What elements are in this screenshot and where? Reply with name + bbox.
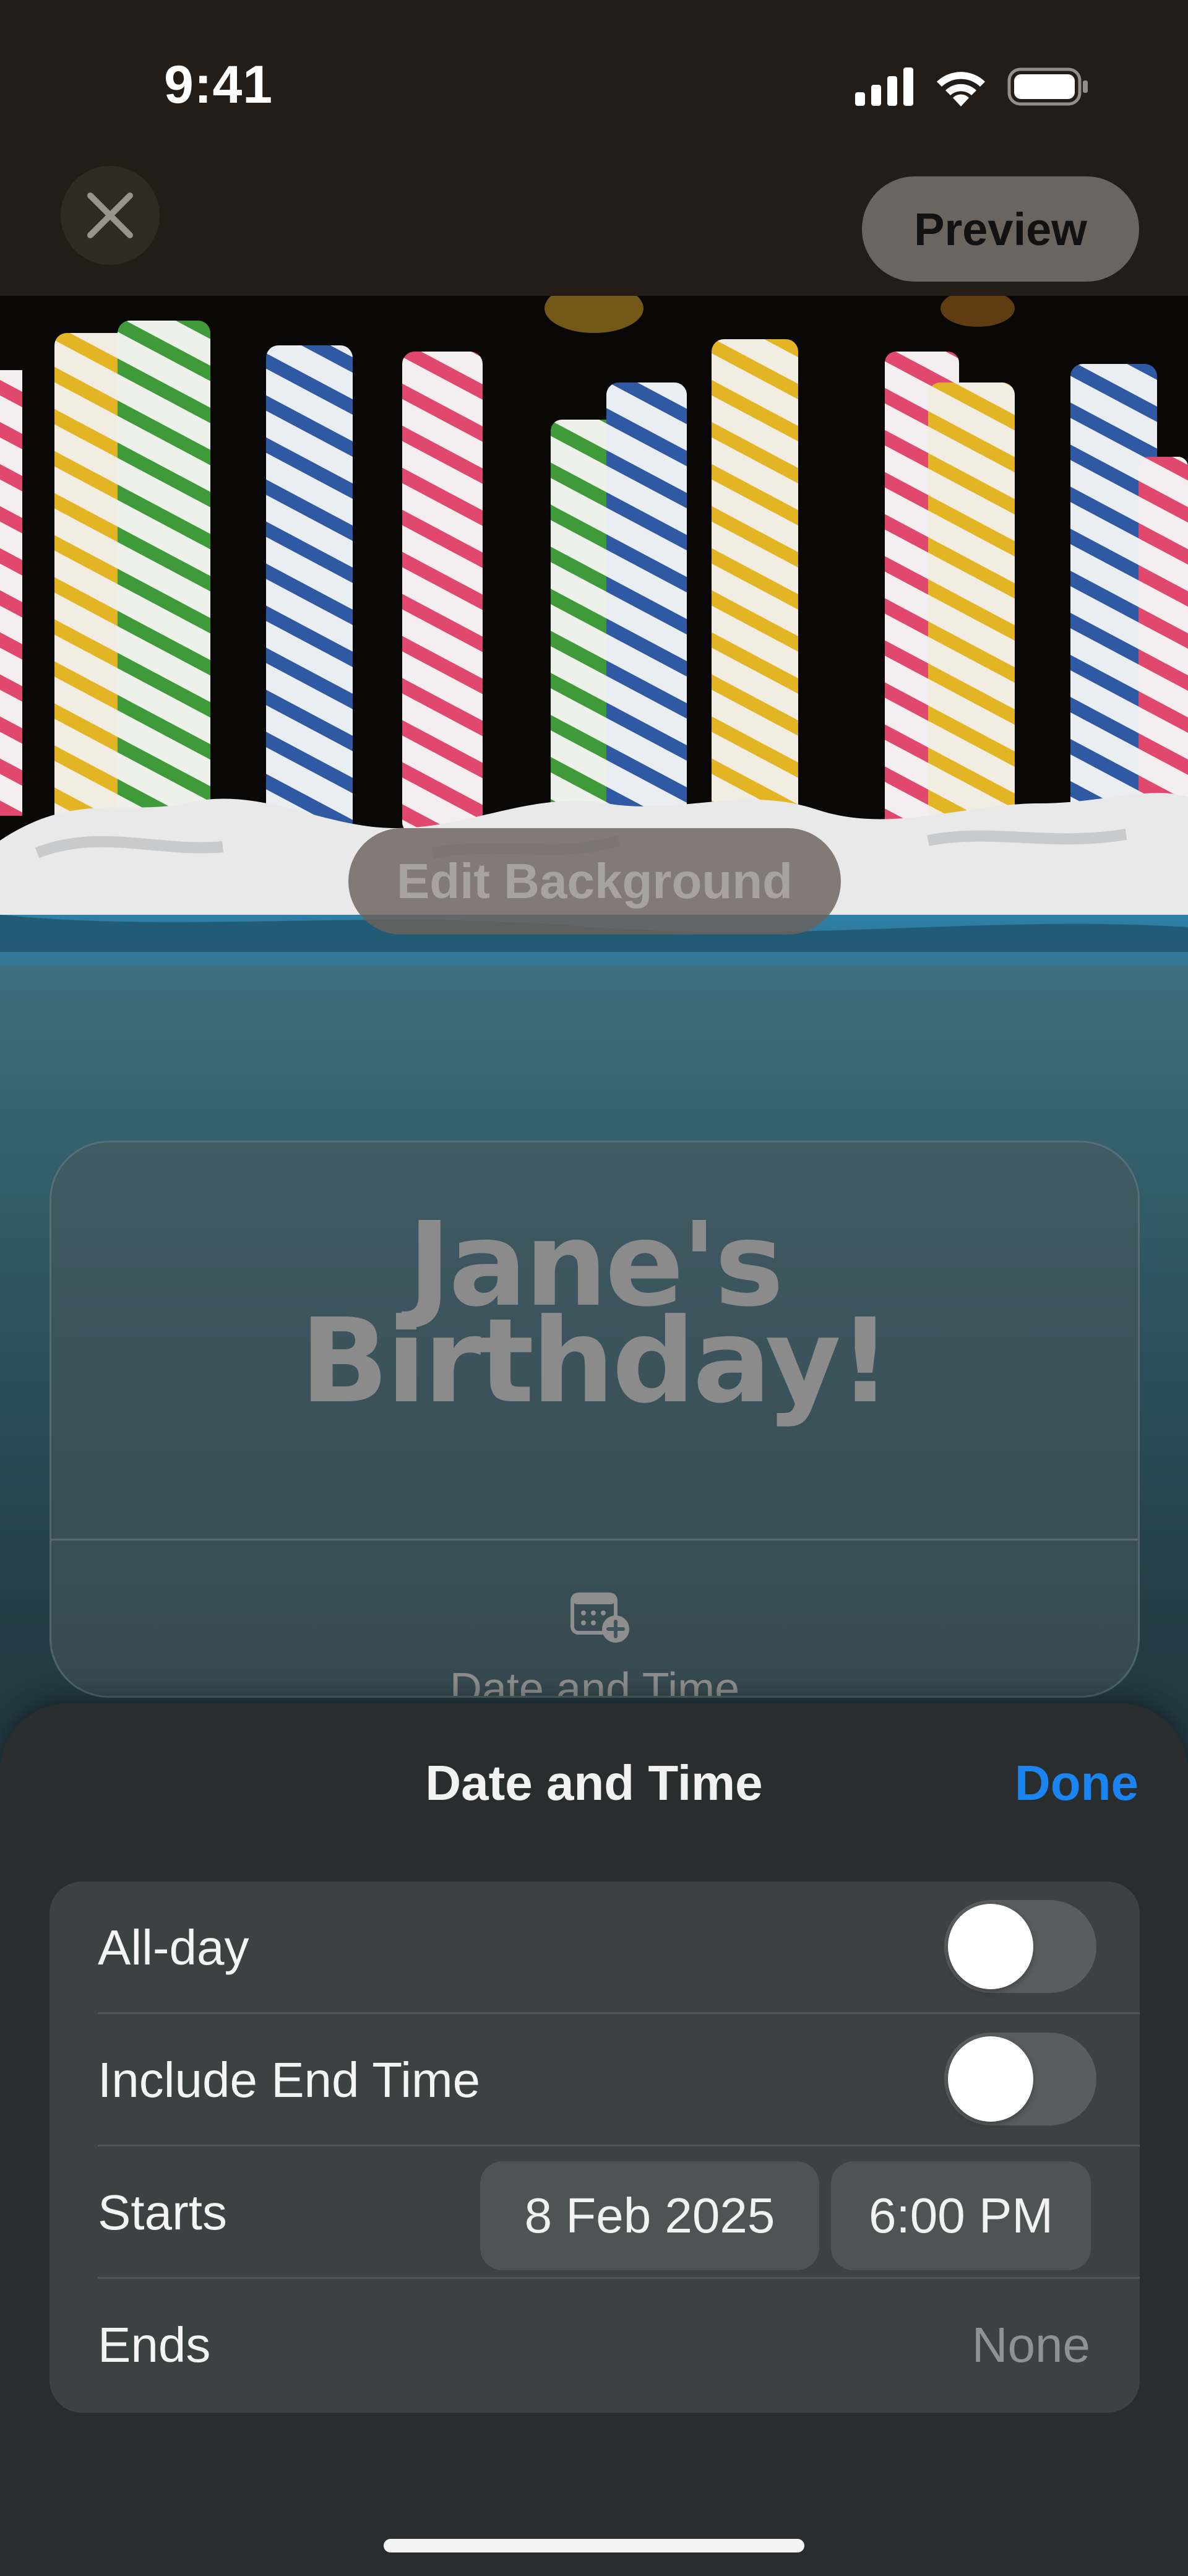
sheet-title: Date and Time [425, 1755, 763, 1810]
starts-row: Starts 8 Feb 2025 6:00 PM [50, 2146, 1140, 2279]
ends-row[interactable]: Ends None [50, 2279, 1140, 2411]
invite-date-label[interactable]: Date and Time [51, 1664, 1138, 1696]
starts-label: Starts [98, 2185, 227, 2240]
invite-card: Jane's Birthday! Date and Time [50, 1141, 1140, 1698]
all-day-row: All-day [50, 1882, 1140, 2014]
signal-icon [855, 67, 913, 106]
include-end-time-label: Include End Time [98, 2052, 481, 2107]
toggle-knob [948, 1904, 1033, 1989]
ends-label: Ends [98, 2317, 211, 2372]
edit-background-button[interactable]: Edit Background [348, 828, 841, 935]
invite-title[interactable]: Jane's Birthday! [51, 1207, 1138, 1429]
status-time: 9:41 [164, 55, 273, 115]
date-time-sheet: Date and Time Done All-day Include End T… [0, 1703, 1188, 2576]
toggle-knob [948, 2036, 1033, 2122]
all-day-label: All-day [98, 1920, 249, 1975]
calendar-add-icon [570, 1593, 629, 1643]
preview-button[interactable]: Preview [862, 176, 1139, 282]
invite-divider [51, 1539, 1138, 1541]
invite-title-line2: Birthday! [299, 1294, 892, 1429]
include-end-time-toggle[interactable] [944, 2033, 1096, 2125]
status-icons [855, 67, 1089, 106]
wifi-icon [937, 72, 985, 106]
settings-group: All-day Include End Time Starts 8 Feb 20… [50, 1882, 1140, 2413]
start-time-button[interactable]: 6:00 PM [831, 2161, 1091, 2270]
all-day-toggle[interactable] [944, 1900, 1096, 1993]
battery-icon [1007, 67, 1088, 106]
start-date-button[interactable]: 8 Feb 2025 [480, 2161, 819, 2270]
ends-value[interactable]: None [972, 2279, 1090, 2411]
done-button[interactable]: Done [1015, 1755, 1138, 1812]
home-indicator[interactable] [384, 2539, 804, 2552]
include-end-time-row: Include End Time [50, 2014, 1140, 2146]
close-button[interactable] [61, 166, 160, 265]
close-icon [87, 192, 133, 238]
status-bar: 9:41 [0, 0, 1188, 173]
